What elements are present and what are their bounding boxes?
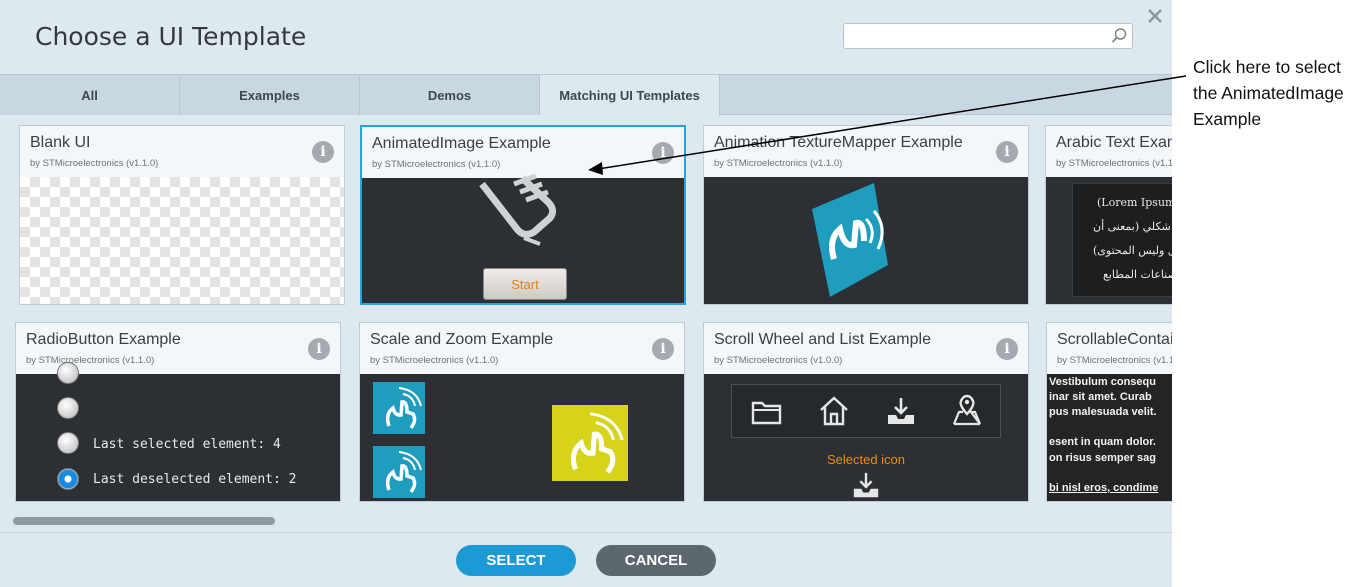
scrollable-preview: Vestibulum consequ inar sit amet. Curab … <box>1047 374 1172 501</box>
card-header: Scroll Wheel and List Example by STMicro… <box>704 323 1028 374</box>
card-title: ScrollableContainer Example <box>1057 331 1172 348</box>
horizontal-scrollbar[interactable] <box>13 517 275 525</box>
card-author: by STMicroelectronics (v1.1.0) <box>714 158 843 169</box>
radio-label: Last selected element: 4 <box>93 437 281 452</box>
template-dialog: Choose a UI Template All Examples Demos … <box>0 0 1172 587</box>
template-card-scale-and-zoom[interactable]: Scale and Zoom Example by STMicroelectro… <box>359 322 685 502</box>
card-author: by STMicroelectronics (v1.0.0) <box>714 355 843 366</box>
search-icon[interactable] <box>1110 27 1128 45</box>
lorem-line: inar sit amet. Curab <box>1049 391 1152 403</box>
radio-button <box>57 432 79 454</box>
tab-examples[interactable]: Examples <box>180 75 360 115</box>
template-card-scrollablecontainer[interactable]: ScrollableContainer Example by STMicroel… <box>1046 322 1172 502</box>
folder-icon <box>751 401 782 425</box>
search-input[interactable] <box>844 24 1104 48</box>
card-author: by STMicroelectronics (v1.1.0) <box>372 159 501 170</box>
lorem-line: on risus semper sag <box>1049 452 1156 464</box>
download-icon <box>853 472 879 498</box>
card-header: AnimatedImage Example by STMicroelectron… <box>362 127 684 178</box>
rotated-tile-image <box>812 183 888 297</box>
tab-all[interactable]: All <box>0 75 180 115</box>
start-button[interactable]: Start <box>483 268 567 300</box>
card-title: Animation TextureMapper Example <box>714 134 963 151</box>
card-title: AnimatedImage Example <box>372 135 551 152</box>
template-card-blank-ui[interactable]: Blank UI by STMicroelectronics (v1.1.0) … <box>19 125 345 305</box>
template-card-radiobutton[interactable]: RadioButton Example by STMicroelectronic… <box>15 322 341 502</box>
touch-tile-small <box>373 382 425 434</box>
hand-gesture-icon <box>479 174 557 246</box>
radiobutton-preview: Last selected element: 4 Last deselected… <box>16 362 340 501</box>
card-header: Scale and Zoom Example by STMicroelectro… <box>360 323 684 374</box>
template-card-scroll-wheel-list[interactable]: Scroll Wheel and List Example by STMicro… <box>703 322 1029 502</box>
radio-button-selected <box>57 468 79 490</box>
callout-text: Click here to select the AnimatedImage E… <box>1193 54 1344 132</box>
touch-tile-large <box>552 405 628 481</box>
arabic-preview: (Lorem Ipsum) نص شكلي (بمعنى أن الشكل ول… <box>1046 177 1172 304</box>
touch-tile-small <box>373 446 425 498</box>
info-icon[interactable]: i <box>996 338 1018 360</box>
home-icon <box>820 396 848 426</box>
info-icon[interactable]: i <box>652 338 674 360</box>
card-header: ScrollableContainer Example by STMicroel… <box>1047 323 1172 374</box>
close-icon[interactable] <box>1145 6 1165 26</box>
map-pin-icon <box>952 394 982 426</box>
template-card-arabic-text[interactable]: Arabic Text Example by STMicroelectronic… <box>1045 125 1172 305</box>
tab-matching-ui-templates[interactable]: Matching UI Templates <box>540 75 720 116</box>
callout-line: Click here to select <box>1193 57 1341 77</box>
card-author: by STMicroelectronics (v1.1.0) <box>26 355 155 366</box>
card-header: Animation TextureMapper Example by STMic… <box>704 126 1028 177</box>
lorem-line: bi nisl eros, condime <box>1049 482 1159 494</box>
dialog-title: Choose a UI Template <box>35 22 307 51</box>
radio-button <box>57 397 79 419</box>
callout-line: the AnimatedImage <box>1193 83 1344 103</box>
scale-zoom-preview <box>360 374 684 501</box>
card-title: Scroll Wheel and List Example <box>714 331 931 348</box>
tab-bar: All Examples Demos Matching UI Templates <box>0 74 1172 116</box>
download-icon <box>888 398 914 424</box>
cancel-button[interactable]: CANCEL <box>596 545 716 576</box>
select-button[interactable]: SELECT <box>456 545 576 576</box>
arabic-line: الشكل وليس المحتوى) <box>1093 244 1172 257</box>
card-author: by STMicroelectronics (v1.1.0) <box>370 355 499 366</box>
scroll-wheel-preview: Selected icon <box>704 374 1028 501</box>
lorem-line: esent in quam dolor. <box>1049 436 1156 448</box>
arabic-line: (Lorem Ipsum) <box>1097 196 1172 209</box>
radio-label: Last deselected element: 2 <box>93 472 297 487</box>
info-icon[interactable]: i <box>996 141 1018 163</box>
info-icon[interactable]: i <box>308 338 330 360</box>
dialog-footer: SELECT CANCEL <box>0 532 1172 587</box>
tab-demos[interactable]: Demos <box>360 75 540 115</box>
selected-icon-label: Selected icon <box>826 452 906 467</box>
callout-line: Example <box>1193 109 1262 129</box>
info-icon[interactable]: i <box>652 142 674 164</box>
arabic-text-panel: (Lorem Ipsum) نص شكلي (بمعنى أن الشكل ول… <box>1072 183 1172 297</box>
search-box[interactable] <box>843 23 1133 49</box>
icon-list-bar <box>731 384 1001 438</box>
card-title: Blank UI <box>30 134 91 151</box>
arabic-line: صناعات المطابع <box>1103 268 1172 281</box>
blank-preview <box>20 177 344 304</box>
radio-button <box>57 362 79 384</box>
card-title: RadioButton Example <box>26 331 181 348</box>
template-card-animatedimage[interactable]: AnimatedImage Example by STMicroelectron… <box>360 125 686 305</box>
card-author: by STMicroelectronics (v1.1.0) <box>1056 158 1172 169</box>
card-author: by STMicroelectronics (v1.1.0) <box>1057 355 1172 366</box>
card-author: by STMicroelectronics (v1.1.0) <box>30 158 159 169</box>
card-title: Scale and Zoom Example <box>370 331 554 348</box>
animatedimage-preview: Start <box>362 174 684 303</box>
texturemapper-preview <box>704 177 1028 304</box>
card-header: Arabic Text Example by STMicroelectronic… <box>1046 126 1172 177</box>
info-icon[interactable]: i <box>312 141 334 163</box>
arabic-line: نص شكلي (بمعنى أن <box>1093 220 1172 233</box>
template-card-animation-texturemapper[interactable]: Animation TextureMapper Example by STMic… <box>703 125 1029 305</box>
card-title: Arabic Text Example <box>1056 134 1172 151</box>
card-header: Blank UI by STMicroelectronics (v1.1.0) … <box>20 126 344 177</box>
lorem-line: Vestibulum consequ <box>1049 376 1156 388</box>
lorem-line: pus malesuada velit. <box>1049 406 1157 418</box>
